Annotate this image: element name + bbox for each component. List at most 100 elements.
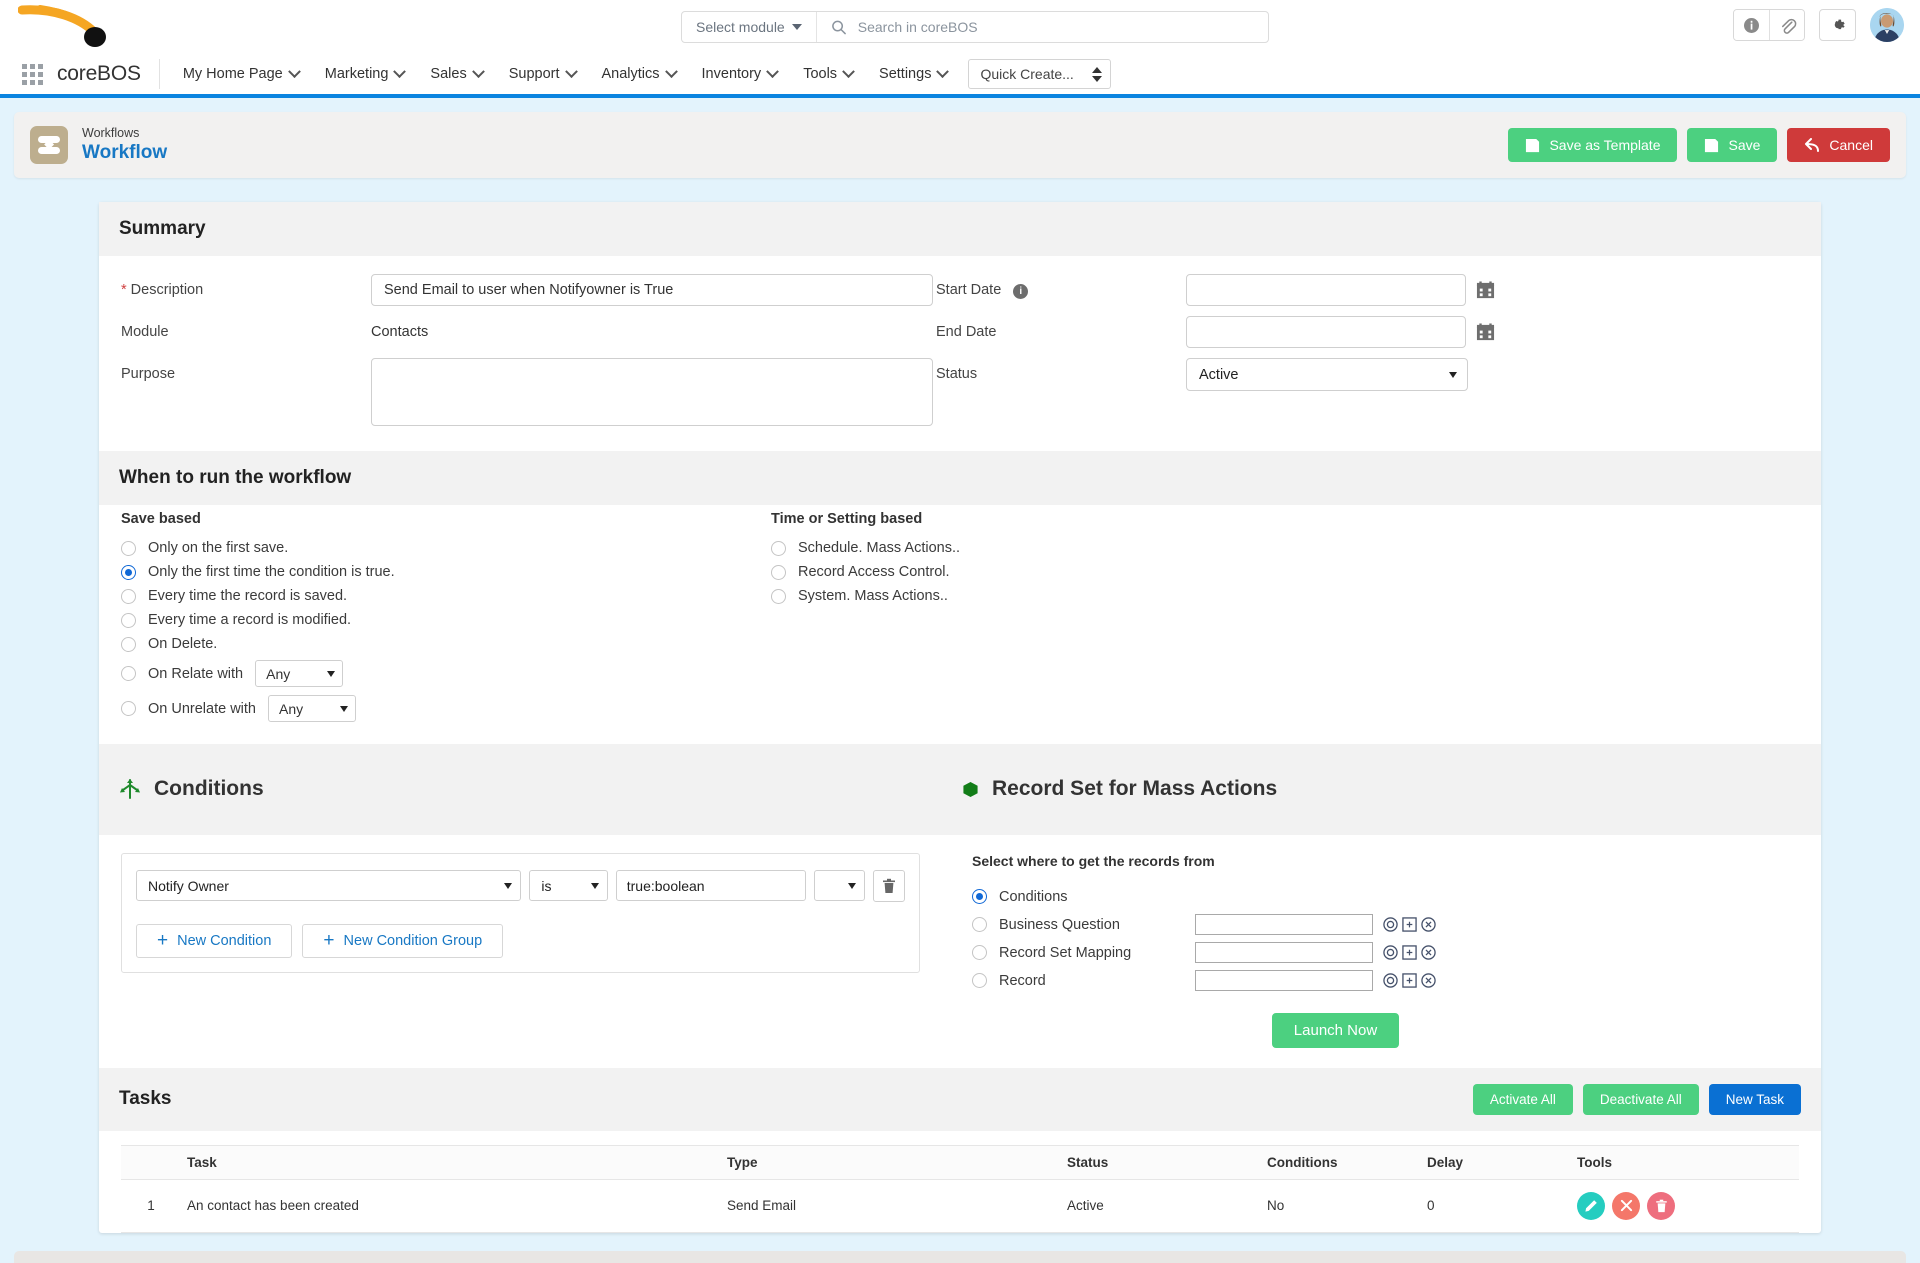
radio-only-first-save[interactable]: Only on the first save. bbox=[121, 536, 771, 560]
radio-on-delete[interactable]: On Delete. bbox=[121, 632, 771, 656]
radio-button[interactable] bbox=[121, 636, 136, 652]
radio-button[interactable] bbox=[121, 701, 136, 716]
nav-item-support[interactable]: Support bbox=[496, 54, 589, 94]
radio-button[interactable] bbox=[771, 588, 786, 604]
edit-task-button[interactable] bbox=[1577, 1191, 1605, 1220]
end-date-input[interactable] bbox=[1186, 316, 1466, 348]
search-field[interactable] bbox=[817, 12, 1268, 42]
on-relate-select[interactable]: Any bbox=[255, 660, 344, 687]
conditions-box: Notify Owner is true:boolean + New Condi… bbox=[121, 852, 920, 973]
quick-create-dropdown[interactable]: Quick Create... bbox=[968, 59, 1112, 89]
global-search-bar[interactable]: Select module bbox=[681, 11, 1269, 43]
info-button[interactable] bbox=[1734, 10, 1769, 40]
business-question-input[interactable] bbox=[1195, 914, 1373, 936]
radio-button[interactable] bbox=[121, 612, 136, 628]
deactivate-task-button[interactable] bbox=[1612, 1191, 1640, 1220]
nav-item-tools[interactable]: Tools bbox=[790, 54, 866, 94]
nav-label: Tools bbox=[803, 66, 838, 82]
delete-task-button[interactable] bbox=[1647, 1191, 1675, 1220]
radio-button[interactable] bbox=[121, 564, 136, 580]
purpose-textarea[interactable] bbox=[371, 358, 933, 426]
description-input[interactable] bbox=[371, 274, 933, 306]
new-task-button[interactable]: New Task bbox=[1708, 1083, 1801, 1115]
clear-record-icon[interactable] bbox=[1421, 973, 1436, 989]
clear-record-icon[interactable] bbox=[1421, 945, 1436, 961]
delete-condition-button[interactable] bbox=[872, 869, 905, 902]
nav-label: Marketing bbox=[324, 66, 389, 82]
module-select-dropdown[interactable]: Select module bbox=[682, 12, 817, 42]
condition-operator-select[interactable]: is bbox=[529, 870, 608, 902]
nav-item-inventory[interactable]: Inventory bbox=[689, 54, 791, 94]
radio-button[interactable] bbox=[771, 564, 786, 580]
radio-button[interactable] bbox=[972, 889, 987, 905]
create-record-icon[interactable] bbox=[1402, 973, 1417, 989]
info-icon[interactable]: i bbox=[1013, 284, 1029, 299]
radio-button[interactable] bbox=[771, 540, 786, 556]
on-unrelate-select[interactable]: Any bbox=[268, 695, 356, 722]
new-condition-group-button[interactable]: + New Condition Group bbox=[302, 923, 504, 958]
create-record-icon[interactable] bbox=[1402, 917, 1417, 933]
recordset-option-conditions[interactable]: Conditions bbox=[972, 883, 1791, 911]
chevron-down-icon bbox=[664, 64, 678, 78]
select-record-icon[interactable] bbox=[1383, 917, 1398, 933]
radio-button[interactable] bbox=[972, 973, 987, 989]
app-grid-icon[interactable] bbox=[22, 63, 43, 85]
cancel-button[interactable]: Cancel bbox=[1787, 128, 1890, 162]
radio-button[interactable] bbox=[121, 540, 136, 556]
launch-now-button[interactable]: Launch Now bbox=[1271, 1012, 1400, 1048]
cell-task: An contact has been created bbox=[181, 1179, 721, 1233]
condition-extra-select[interactable] bbox=[813, 870, 865, 902]
radio-schedule-mass-actions[interactable]: Schedule. Mass Actions.. bbox=[771, 536, 1799, 560]
save-as-template-button[interactable]: Save as Template bbox=[1508, 128, 1678, 162]
radio-every-modified[interactable]: Every time a record is modified. bbox=[121, 608, 771, 632]
radio-button[interactable] bbox=[121, 588, 136, 604]
condition-value-input[interactable] bbox=[615, 870, 806, 902]
recordset-option-business-question[interactable]: Business Question bbox=[972, 911, 1791, 939]
radio-on-unrelate[interactable]: On Unrelate with Any bbox=[121, 691, 771, 726]
on-relate-value: Any bbox=[266, 665, 291, 682]
clear-record-icon[interactable] bbox=[1421, 917, 1436, 933]
button-label: New Condition Group bbox=[343, 932, 483, 949]
record-set-mapping-input[interactable] bbox=[1195, 942, 1373, 964]
radio-button[interactable] bbox=[121, 666, 136, 681]
corebos-logo[interactable] bbox=[0, 0, 150, 54]
nav-item-sales[interactable]: Sales bbox=[417, 54, 495, 94]
radio-system-mass-actions[interactable]: System. Mass Actions.. bbox=[771, 584, 1799, 608]
radio-first-time-condition-true[interactable]: Only the first time the condition is tru… bbox=[121, 560, 771, 584]
paperclip-icon bbox=[1781, 18, 1796, 34]
nav-item-my-home-page[interactable]: My Home Page bbox=[170, 54, 312, 94]
start-date-input[interactable] bbox=[1186, 274, 1466, 306]
deactivate-all-button[interactable]: Deactivate All bbox=[1582, 1083, 1699, 1115]
select-record-icon[interactable] bbox=[1383, 945, 1398, 961]
settings-button[interactable] bbox=[1819, 9, 1856, 41]
radio-button[interactable] bbox=[972, 945, 987, 961]
close-icon bbox=[1620, 1200, 1632, 1212]
new-condition-button[interactable]: + New Condition bbox=[136, 923, 293, 958]
nav-brand[interactable]: coreBOS bbox=[57, 62, 141, 86]
attachment-button[interactable] bbox=[1769, 10, 1804, 40]
radio-on-relate[interactable]: On Relate with Any bbox=[121, 656, 771, 691]
radio-record-access-control[interactable]: Record Access Control. bbox=[771, 560, 1799, 584]
module-label: Module bbox=[121, 324, 169, 340]
save-button[interactable]: Save bbox=[1687, 128, 1778, 162]
activate-all-button[interactable]: Activate All bbox=[1472, 1083, 1573, 1115]
nav-item-marketing[interactable]: Marketing bbox=[312, 54, 418, 94]
tasks-table-body: 1 An contact has been created Send Email… bbox=[121, 1179, 1799, 1233]
record-input[interactable] bbox=[1195, 970, 1373, 992]
select-record-icon[interactable] bbox=[1383, 973, 1398, 989]
create-record-icon[interactable] bbox=[1402, 945, 1417, 961]
recordset-option-record[interactable]: Record bbox=[972, 967, 1791, 995]
radio-every-save[interactable]: Every time the record is saved. bbox=[121, 584, 771, 608]
calendar-icon[interactable] bbox=[1476, 322, 1495, 342]
nav-item-analytics[interactable]: Analytics bbox=[589, 54, 689, 94]
search-input[interactable] bbox=[855, 18, 1254, 36]
recordset-option-record-set-mapping[interactable]: Record Set Mapping bbox=[972, 939, 1791, 967]
button-label: New Condition bbox=[177, 932, 272, 949]
avatar[interactable] bbox=[1870, 8, 1904, 42]
table-row[interactable]: 1 An contact has been created Send Email… bbox=[121, 1179, 1799, 1233]
calendar-icon[interactable] bbox=[1476, 280, 1495, 300]
status-select[interactable]: Active bbox=[1186, 358, 1468, 391]
radio-button[interactable] bbox=[972, 917, 987, 933]
condition-field-select[interactable]: Notify Owner bbox=[136, 870, 522, 902]
nav-item-settings[interactable]: Settings bbox=[866, 54, 960, 94]
